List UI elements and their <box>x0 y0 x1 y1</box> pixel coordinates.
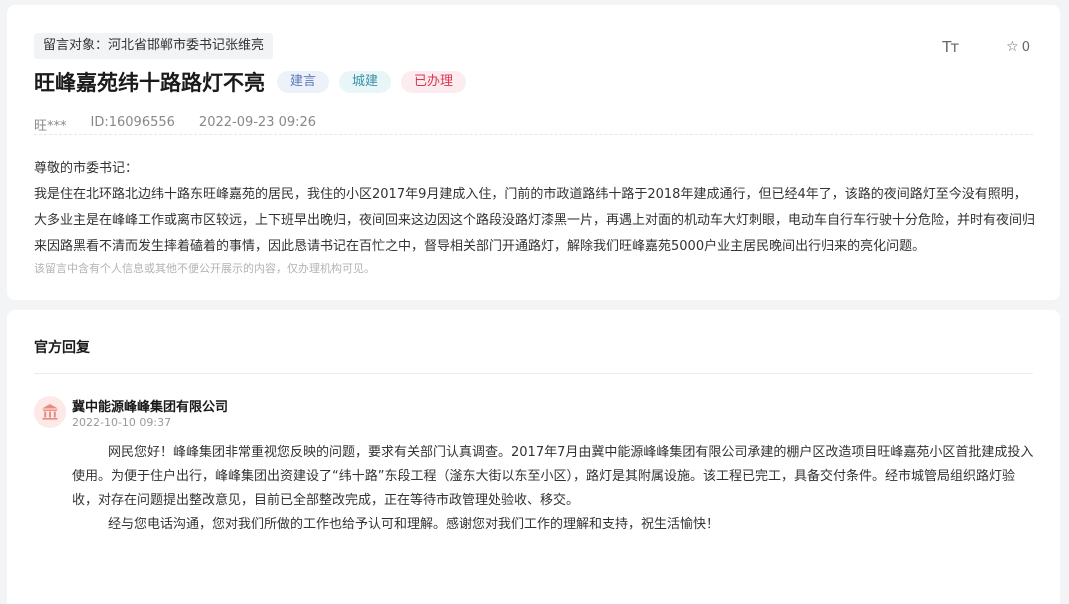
reply-divider <box>34 373 1033 374</box>
status-badge: 已办理 <box>401 71 467 93</box>
privacy-hint: 该留言中含有个人信息或其他不便公开展示的内容，仅办理机构可见。 <box>34 262 375 275</box>
page-title: 旺峰嘉苑纬十路路灯不亮 <box>34 71 265 95</box>
author-name: 旺*** <box>34 119 67 134</box>
message-tools: Tт ☆ 0 <box>942 38 1030 56</box>
message-id: ID:16096556 <box>90 115 175 130</box>
message-card: 留言对象：河北省邯郸市委书记张维亮 Tт ☆ 0 旺峰嘉苑纬十路路灯不亮 建言 … <box>7 5 1060 300</box>
reply-card: 官方回复 冀中能源峰峰集团有限公司 2022-10-10 09:37 网民您好！… <box>7 310 1060 604</box>
font-size-icon[interactable]: Tт <box>942 38 959 56</box>
star-count: 0 <box>1021 39 1030 55</box>
message-greeting: 尊敬的市委书记： <box>34 161 139 176</box>
meta-divider <box>34 134 1033 135</box>
reply-body: 网民您好！峰峰集团非常重视您反映的问题，要求有关部门认真调查。2017年7月由冀… <box>72 441 1034 537</box>
message-meta: 旺*** ID:16096556 2022-09-23 09:26 <box>34 115 340 134</box>
message-body: 尊敬的市委书记： 我是住在北环路北边纬十路东旺峰嘉苑的居民，我住的小区2017年… <box>34 156 1036 260</box>
message-content: 我是住在北环路北边纬十路东旺峰嘉苑的居民，我住的小区2017年9月建成入住，门前… <box>34 187 1036 254</box>
bank-building-icon <box>34 396 66 428</box>
title-row: 旺峰嘉苑纬十路路灯不亮 建言 城建 已办理 <box>34 67 476 97</box>
reply-heading: 官方回复 <box>34 340 90 356</box>
message-target: 留言对象：河北省邯郸市委书记张维亮 <box>34 33 274 59</box>
message-time: 2022-09-23 09:26 <box>198 115 317 130</box>
org-name: 冀中能源峰峰集团有限公司 <box>72 400 229 415</box>
star-icon[interactable]: ☆ <box>1006 39 1019 55</box>
tag-urban-construction: 城建 <box>339 71 392 93</box>
reply-time: 2022-10-10 09:37 <box>72 416 172 429</box>
tag-suggestion: 建言 <box>277 71 330 93</box>
reply-paragraph-1: 网民您好！峰峰集团非常重视您反映的问题，要求有关部门认真调查。2017年7月由冀… <box>72 445 1034 508</box>
reply-paragraph-2: 经与您电话沟通，您对我们所做的工作也给予认可和理解。感谢您对我们工作的理解和支持… <box>108 517 720 532</box>
